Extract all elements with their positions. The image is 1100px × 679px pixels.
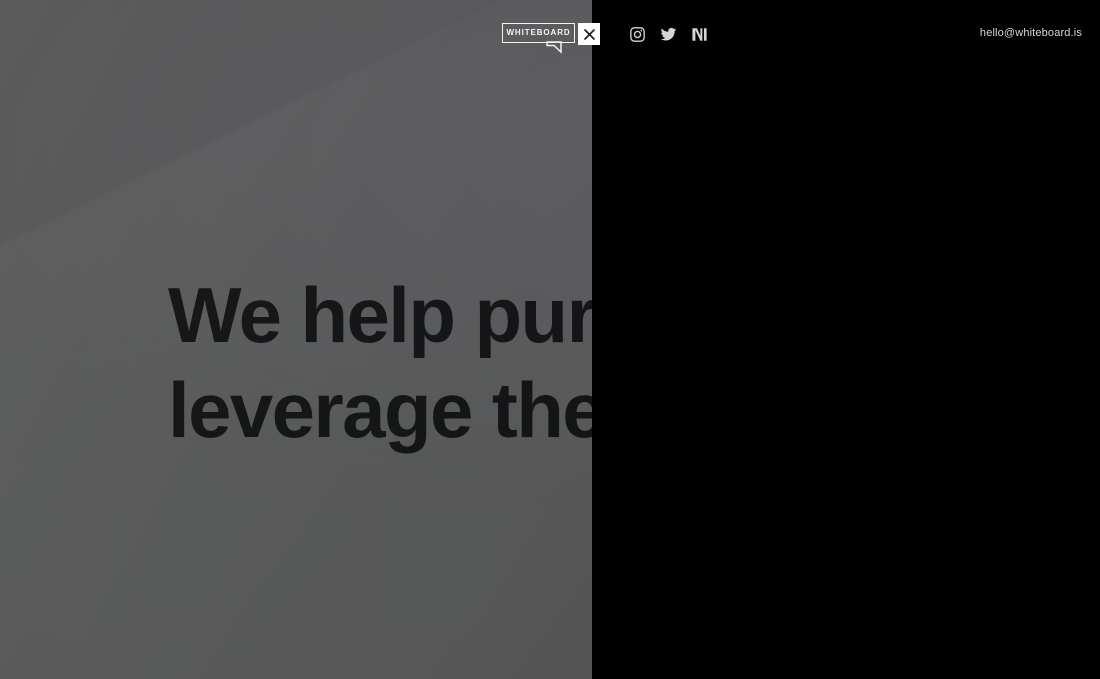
close-icon <box>583 28 595 40</box>
medium-icon[interactable] <box>690 25 708 43</box>
top-bar: WHITEBOARD hello@whiteboard.is <box>0 0 1100 68</box>
whiteboard-logo[interactable]: WHITEBOARD <box>502 23 575 54</box>
twitter-icon[interactable] <box>659 25 677 43</box>
logo-speech-tail-icon <box>546 41 564 54</box>
contact-email-link[interactable]: hello@whiteboard.is <box>980 27 1082 39</box>
menu-overlay-screen: We help purpose leverage the Inte Compan… <box>0 0 1100 679</box>
close-menu-button[interactable] <box>578 23 600 45</box>
logo-bubble-outline: WHITEBOARD <box>502 23 575 43</box>
menu-panel: Company Work Perspectives Careers LET'S … <box>592 0 1100 679</box>
logo-text: WHITEBOARD <box>506 28 571 37</box>
social-links <box>628 25 708 43</box>
instagram-icon[interactable] <box>628 25 646 43</box>
